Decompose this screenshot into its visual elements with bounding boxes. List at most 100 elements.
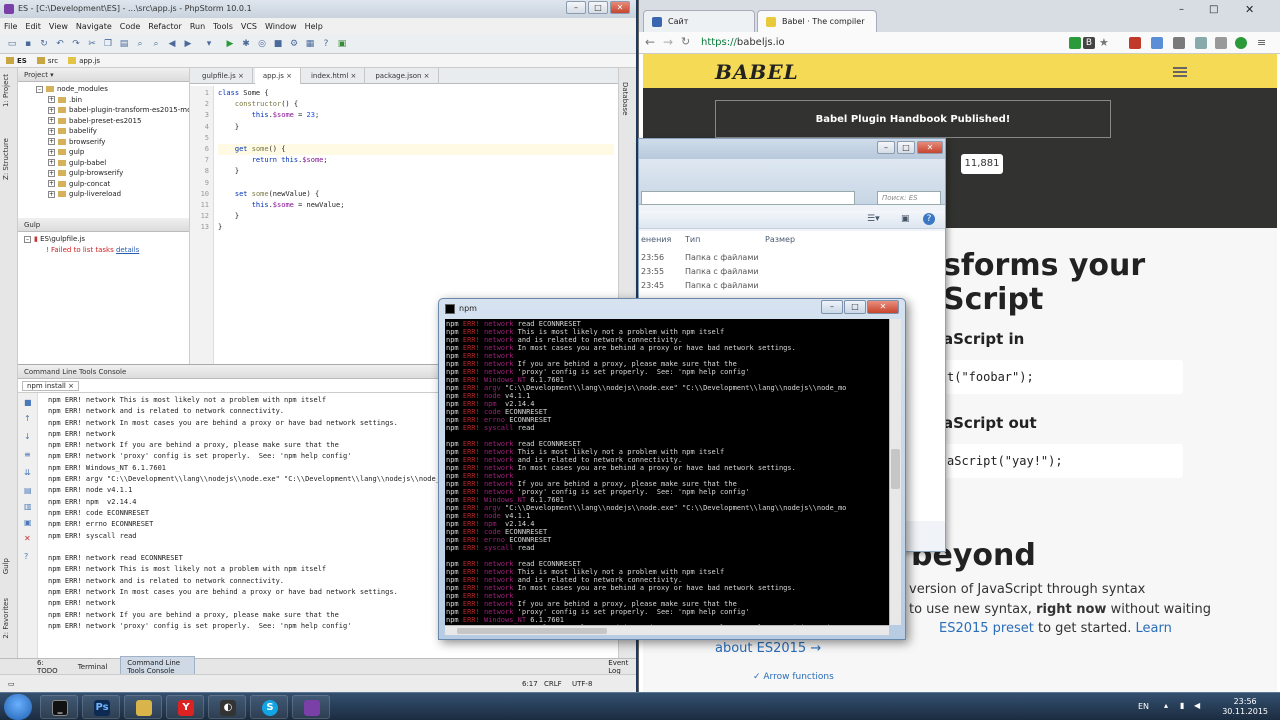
menu-icon[interactable]: ≡: [1257, 37, 1269, 49]
tree-item[interactable]: – node_modules: [24, 84, 189, 95]
close-icon[interactable]: ✕: [24, 535, 32, 543]
network-icon[interactable]: ▮: [1180, 701, 1184, 710]
menu-navigate[interactable]: Navigate: [76, 22, 112, 31]
menu-help[interactable]: Help: [305, 22, 323, 31]
tree-item[interactable]: + babel-plugin-transform-es2015-mo: [24, 105, 189, 116]
gulp-file[interactable]: – ▮ ES\gulpfile.js: [24, 234, 189, 245]
menu-tools[interactable]: Tools: [213, 22, 233, 31]
extension-icon[interactable]: [1129, 37, 1141, 49]
status-toggle-icon[interactable]: ▭: [8, 675, 15, 693]
down-icon[interactable]: ↓: [24, 433, 32, 441]
debug-icon[interactable]: ✱: [240, 38, 252, 50]
list-item[interactable]: 23:45 Папка с файлами: [639, 281, 945, 295]
forward-icon[interactable]: ▶: [182, 38, 194, 50]
console-tab-npm-install[interactable]: npm install ×: [22, 381, 79, 391]
horizontal-scrollbar[interactable]: [445, 625, 889, 635]
start-button[interactable]: [4, 694, 32, 720]
tree-item[interactable]: + gulp-babel: [24, 158, 189, 169]
browser-tab-babel[interactable]: Babel · The compiler f: [757, 10, 877, 48]
tray-arrow-icon[interactable]: ▴: [1164, 701, 1168, 710]
back-icon[interactable]: ←: [645, 35, 655, 49]
open-icon[interactable]: ▭: [6, 38, 18, 50]
tree-item[interactable]: + gulp-browserify: [24, 168, 189, 179]
breadcrumb-project[interactable]: ES: [6, 57, 27, 65]
forward-icon[interactable]: →: [663, 35, 673, 49]
terminal-icon[interactable]: ▣: [336, 38, 348, 50]
taskbar-photoshop[interactable]: Ps: [82, 695, 120, 719]
announcement-banner[interactable]: Babel Plugin Handbook Published!: [715, 100, 1111, 138]
menu-edit[interactable]: Edit: [25, 22, 41, 31]
breadcrumb-file[interactable]: app.js: [68, 57, 100, 65]
minimize-button[interactable]: –: [821, 300, 843, 314]
cursor-position[interactable]: 6:17: [522, 675, 538, 693]
tool-tab-database[interactable]: Database: [621, 82, 629, 115]
sync-icon[interactable]: ↻: [38, 38, 50, 50]
copy-icon[interactable]: ❐: [102, 38, 114, 50]
list-item[interactable]: 23:56 Папка с файлами: [639, 253, 945, 267]
tab-package-json[interactable]: package.json ×: [367, 68, 439, 84]
feature-list-item[interactable]: ✓ Arrow functions: [753, 672, 834, 682]
run-icon[interactable]: ▶: [224, 38, 236, 50]
maximize-button[interactable]: □: [1209, 4, 1218, 15]
minimize-button[interactable]: –: [877, 141, 895, 154]
menu-window[interactable]: Window: [265, 22, 297, 31]
tree-item[interactable]: + babelify: [24, 126, 189, 137]
tab-gulpfile[interactable]: gulpfile.js ×: [194, 68, 253, 84]
taskbar-explorer[interactable]: [124, 695, 162, 719]
tool-tab-gulp[interactable]: Gulp: [2, 558, 10, 574]
taskbar-app[interactable]: ◐: [208, 695, 246, 719]
close-button[interactable]: ✕: [917, 141, 943, 154]
tree-item[interactable]: + babel-preset-es2015: [24, 116, 189, 127]
scroll-end-icon[interactable]: ⇊: [24, 469, 32, 477]
learn-es2015-link[interactable]: about ES2015 →: [715, 639, 821, 658]
extension-icon[interactable]: [1173, 37, 1185, 49]
github-stars-count[interactable]: 11,881: [961, 154, 1003, 174]
run-config-dropdown[interactable]: ▾: [198, 38, 220, 50]
tool-tab-favorites[interactable]: 2: Favorites: [2, 598, 10, 639]
maximize-button[interactable]: □: [897, 141, 915, 154]
tool-tab-project[interactable]: 1: Project: [2, 74, 10, 107]
tree-item[interactable]: + gulp: [24, 147, 189, 158]
details-link[interactable]: details: [116, 246, 139, 254]
close-button[interactable]: ✕: [867, 300, 899, 314]
view-icon[interactable]: ☰▾: [867, 214, 880, 224]
scroll-thumb[interactable]: [457, 628, 607, 634]
replace-icon[interactable]: ⌕: [150, 38, 162, 50]
help-icon[interactable]: ?: [320, 38, 332, 50]
menu-vcs[interactable]: VCS: [241, 22, 257, 31]
export-icon[interactable]: ▣: [24, 519, 32, 527]
menu-refactor[interactable]: Refactor: [148, 22, 182, 31]
maximize-button[interactable]: □: [588, 1, 608, 14]
browser-tab-local[interactable]: Сайт http://127.0.0.1/: [643, 10, 755, 48]
column-size[interactable]: Размер: [765, 235, 795, 244]
scroll-thumb[interactable]: [891, 449, 900, 489]
url-input[interactable]: https://babeljs.io: [697, 35, 1097, 51]
maximize-button[interactable]: □: [844, 300, 866, 314]
column-type[interactable]: Тип: [685, 235, 700, 244]
menu-run[interactable]: Run: [190, 22, 205, 31]
extension-icon[interactable]: [1151, 37, 1163, 49]
line-separator[interactable]: CRLF: [544, 675, 562, 693]
file-encoding[interactable]: UTF-8: [572, 675, 592, 693]
clock[interactable]: 23:56 30.11.2015: [1222, 697, 1268, 717]
extension-icon[interactable]: [1215, 37, 1227, 49]
tab-app-js[interactable]: app.js ×: [254, 68, 301, 84]
volume-icon[interactable]: ◀: [1194, 701, 1200, 710]
tree-item[interactable]: + gulp-livereload: [24, 189, 189, 200]
es2015-preset-link[interactable]: ES2015 preset: [939, 621, 1034, 636]
breadcrumb-src[interactable]: src: [36, 57, 58, 65]
column-date[interactable]: енения: [641, 235, 671, 244]
close-button[interactable]: ✕: [1245, 3, 1254, 16]
taskbar-yandex[interactable]: Y: [166, 695, 204, 719]
paste-icon[interactable]: ▤: [118, 38, 130, 50]
taskbar-skype[interactable]: S: [250, 695, 288, 719]
bootstrap-extension-icon[interactable]: B: [1083, 37, 1095, 49]
stop-icon[interactable]: ■: [272, 38, 284, 50]
babel-logo[interactable]: BABEL: [715, 60, 799, 84]
vertical-scrollbar[interactable]: [889, 319, 901, 625]
menu-file[interactable]: File: [4, 22, 17, 31]
preview-pane-icon[interactable]: ▣: [901, 214, 910, 224]
save-icon[interactable]: ▪: [22, 38, 34, 50]
wrap-icon[interactable]: ≡: [24, 451, 32, 459]
tree-item[interactable]: + .bin: [24, 95, 189, 106]
